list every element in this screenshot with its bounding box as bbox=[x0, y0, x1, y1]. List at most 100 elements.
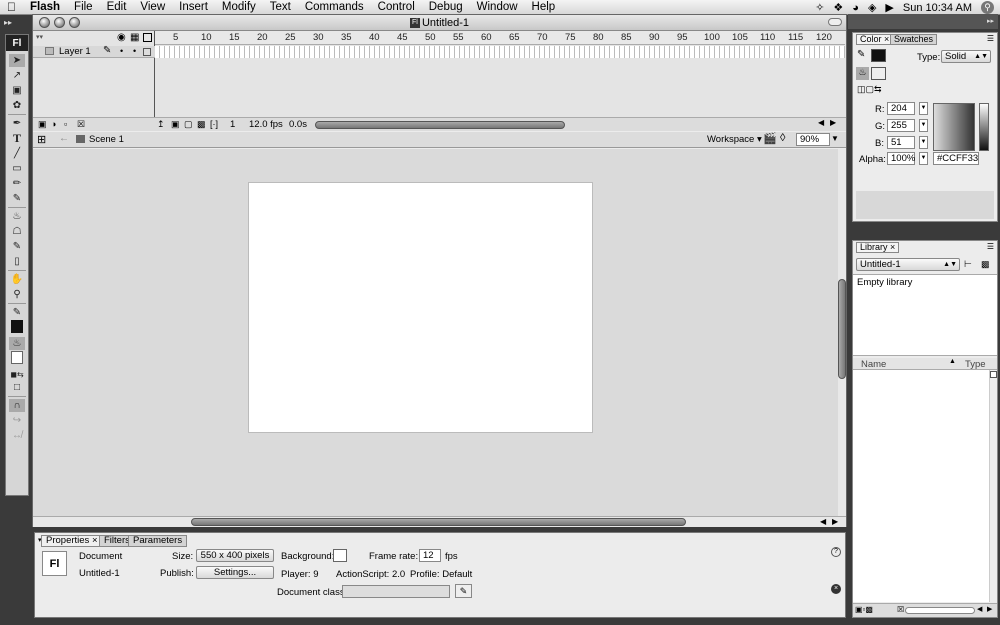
add-guide-layer-icon[interactable]: ◑ bbox=[51, 119, 56, 129]
red-slider-arrow[interactable]: ▼ bbox=[919, 102, 928, 115]
lock-dot[interactable]: • bbox=[133, 46, 136, 56]
menu-control[interactable]: Control bbox=[371, 0, 422, 15]
scroll-up-icon[interactable] bbox=[990, 371, 997, 378]
menu-help[interactable]: Help bbox=[525, 0, 563, 15]
scroll-left-arrow[interactable]: ◀ bbox=[818, 118, 824, 127]
apple-icon[interactable]:  bbox=[0, 0, 23, 15]
visibility-dot[interactable]: • bbox=[120, 46, 123, 56]
rectangle-tool-icon[interactable]: ▭ bbox=[9, 162, 25, 175]
no-color-icon[interactable]: □ bbox=[9, 381, 25, 394]
straighten-icon[interactable]: ↮ bbox=[9, 429, 25, 442]
new-symbol-icon[interactable]: ▣▫▩ bbox=[855, 605, 873, 614]
scroll-right-arrow[interactable]: ▶ bbox=[987, 605, 992, 613]
onion-outline-icon[interactable]: ▢ bbox=[184, 119, 193, 130]
scroll-left-arrow[interactable]: ◀ bbox=[977, 605, 982, 613]
eye-icon[interactable]: ◉ bbox=[117, 32, 126, 43]
background-color-swatch[interactable] bbox=[333, 549, 347, 562]
stroke-color-swatch[interactable] bbox=[11, 320, 23, 333]
menu-edit[interactable]: Edit bbox=[100, 0, 134, 15]
paint-bucket-tool-icon[interactable]: ☖ bbox=[9, 225, 25, 238]
red-input[interactable]: 204 bbox=[887, 102, 915, 115]
library-footer-scroll[interactable] bbox=[905, 607, 975, 614]
menu-commands[interactable]: Commands bbox=[298, 0, 371, 15]
menu-window[interactable]: Window bbox=[470, 0, 525, 15]
type-column-header[interactable]: Type bbox=[965, 359, 986, 370]
insert-folder-icon[interactable]: ▫ bbox=[64, 119, 67, 129]
menu-text[interactable]: Text bbox=[263, 0, 298, 15]
vertical-scroll-thumb[interactable] bbox=[838, 279, 846, 379]
pen-tool-icon[interactable]: ✒ bbox=[9, 117, 25, 130]
insert-layer-icon[interactable]: ▣ bbox=[38, 119, 47, 130]
fill-color-swatch[interactable] bbox=[871, 67, 886, 80]
edit-symbols-icon[interactable]: ◊ bbox=[780, 132, 785, 144]
pencil-tool-icon[interactable]: ✏ bbox=[9, 177, 25, 190]
library-item-list[interactable] bbox=[853, 370, 989, 602]
library-list-scrollbar[interactable] bbox=[989, 370, 997, 602]
scene-name[interactable]: Scene 1 bbox=[89, 134, 124, 145]
time-machine-icon[interactable]: ◕ bbox=[852, 2, 859, 14]
timeline-horizontal-scroll-thumb[interactable] bbox=[315, 121, 565, 129]
name-column-header[interactable]: Name bbox=[861, 359, 886, 370]
zoom-dropdown-arrow[interactable]: ▼ bbox=[831, 134, 839, 143]
help-icon[interactable]: ? bbox=[831, 547, 841, 557]
modify-markers-icon[interactable]: [·] bbox=[210, 119, 218, 129]
script-icon[interactable]: ✧ bbox=[815, 1, 824, 14]
frame-cells[interactable] bbox=[155, 46, 845, 58]
text-tool-icon[interactable]: T bbox=[9, 131, 25, 145]
subselection-tool-icon[interactable]: ↗ bbox=[9, 69, 25, 82]
fill-color-icon[interactable]: ♨ bbox=[9, 337, 25, 350]
snap-magnet-icon[interactable]: ∩ bbox=[9, 399, 25, 412]
black-white-icon[interactable]: ◫▢⇆ bbox=[857, 84, 882, 95]
hand-tool-icon[interactable]: ✋ bbox=[9, 273, 25, 286]
panel-menu-icon[interactable]: ☰ bbox=[987, 242, 994, 251]
wifi-icon[interactable]: ◈ bbox=[868, 1, 876, 14]
eyedropper-tool-icon[interactable]: ✎ bbox=[9, 240, 25, 253]
stage-canvas[interactable] bbox=[248, 182, 593, 433]
menu-file[interactable]: File bbox=[67, 0, 100, 15]
edit-class-pencil-icon[interactable]: ✎ bbox=[455, 584, 472, 598]
color-spectrum-picker[interactable] bbox=[933, 103, 975, 151]
pin-library-icon[interactable]: ⊢ bbox=[964, 259, 972, 270]
toolbar-collapse-arrow[interactable]: ▸▸ bbox=[4, 18, 12, 27]
onion-skin-icon[interactable]: ▣ bbox=[171, 119, 180, 130]
clock-text[interactable]: Sun 10:34 AM bbox=[903, 2, 972, 14]
document-class-input[interactable] bbox=[342, 585, 450, 598]
zoom-tool-icon[interactable]: ⚲ bbox=[9, 288, 25, 301]
volume-icon[interactable]: ▶ bbox=[885, 1, 893, 14]
menu-debug[interactable]: Debug bbox=[422, 0, 470, 15]
outline-square-icon[interactable] bbox=[143, 48, 151, 56]
close-panel-icon[interactable]: × bbox=[831, 584, 841, 594]
menu-flash[interactable]: Flash bbox=[23, 0, 67, 15]
green-slider-arrow[interactable]: ▼ bbox=[919, 119, 928, 132]
blue-input[interactable]: 51 bbox=[887, 136, 915, 149]
tab-swatches[interactable]: Swatches bbox=[890, 34, 938, 45]
fill-color-swatch[interactable] bbox=[11, 351, 23, 364]
fill-type-select[interactable]: Solid ▲▼ bbox=[941, 50, 991, 63]
brightness-slider[interactable] bbox=[979, 103, 989, 151]
lasso-tool-icon[interactable]: ✿ bbox=[9, 99, 25, 112]
line-tool-icon[interactable]: ╱ bbox=[9, 147, 25, 160]
alpha-slider-arrow[interactable]: ▼ bbox=[919, 152, 928, 165]
alpha-input[interactable]: 100% bbox=[887, 152, 915, 165]
stroke-color-icon[interactable]: ✎ bbox=[9, 306, 25, 319]
stage-vertical-scrollbar[interactable] bbox=[838, 149, 846, 516]
edit-scene-icon[interactable]: 🎬 bbox=[763, 132, 777, 145]
blue-slider-arrow[interactable]: ▼ bbox=[919, 136, 928, 149]
scroll-right-arrow[interactable]: ▶ bbox=[830, 118, 836, 127]
tab-color[interactable]: Color × bbox=[856, 34, 894, 45]
delete-layer-icon[interactable]: ☒ bbox=[77, 119, 85, 130]
sort-arrow-icon[interactable]: ▲ bbox=[949, 358, 956, 365]
workspace-dropdown[interactable]: Workspace ▾ bbox=[707, 134, 762, 145]
library-document-select[interactable]: Untitled-1 ▲▼ bbox=[856, 258, 960, 271]
stroke-color-swatch[interactable] bbox=[871, 49, 886, 62]
fill-color-icon[interactable]: ♨ bbox=[856, 67, 869, 80]
stage-horizontal-scrollbar[interactable]: ◀ ▶ bbox=[33, 516, 846, 527]
timeline-toggle-icon[interactable]: ⊞ bbox=[37, 133, 46, 146]
layer-row[interactable]: Layer 1 ✎ • • bbox=[33, 45, 155, 58]
spotlight-icon[interactable]: ⚲ bbox=[981, 1, 994, 14]
new-library-panel-icon[interactable]: ▩ bbox=[981, 259, 990, 270]
frame-ruler[interactable]: 5 10 15 20 25 30 35 40 45 50 55 60 65 70… bbox=[155, 31, 845, 45]
pasteboard[interactable] bbox=[33, 149, 838, 516]
frame-rate-input[interactable]: 12 bbox=[419, 549, 441, 562]
swap-colors-icon[interactable]: ◼⇆ bbox=[9, 368, 25, 381]
